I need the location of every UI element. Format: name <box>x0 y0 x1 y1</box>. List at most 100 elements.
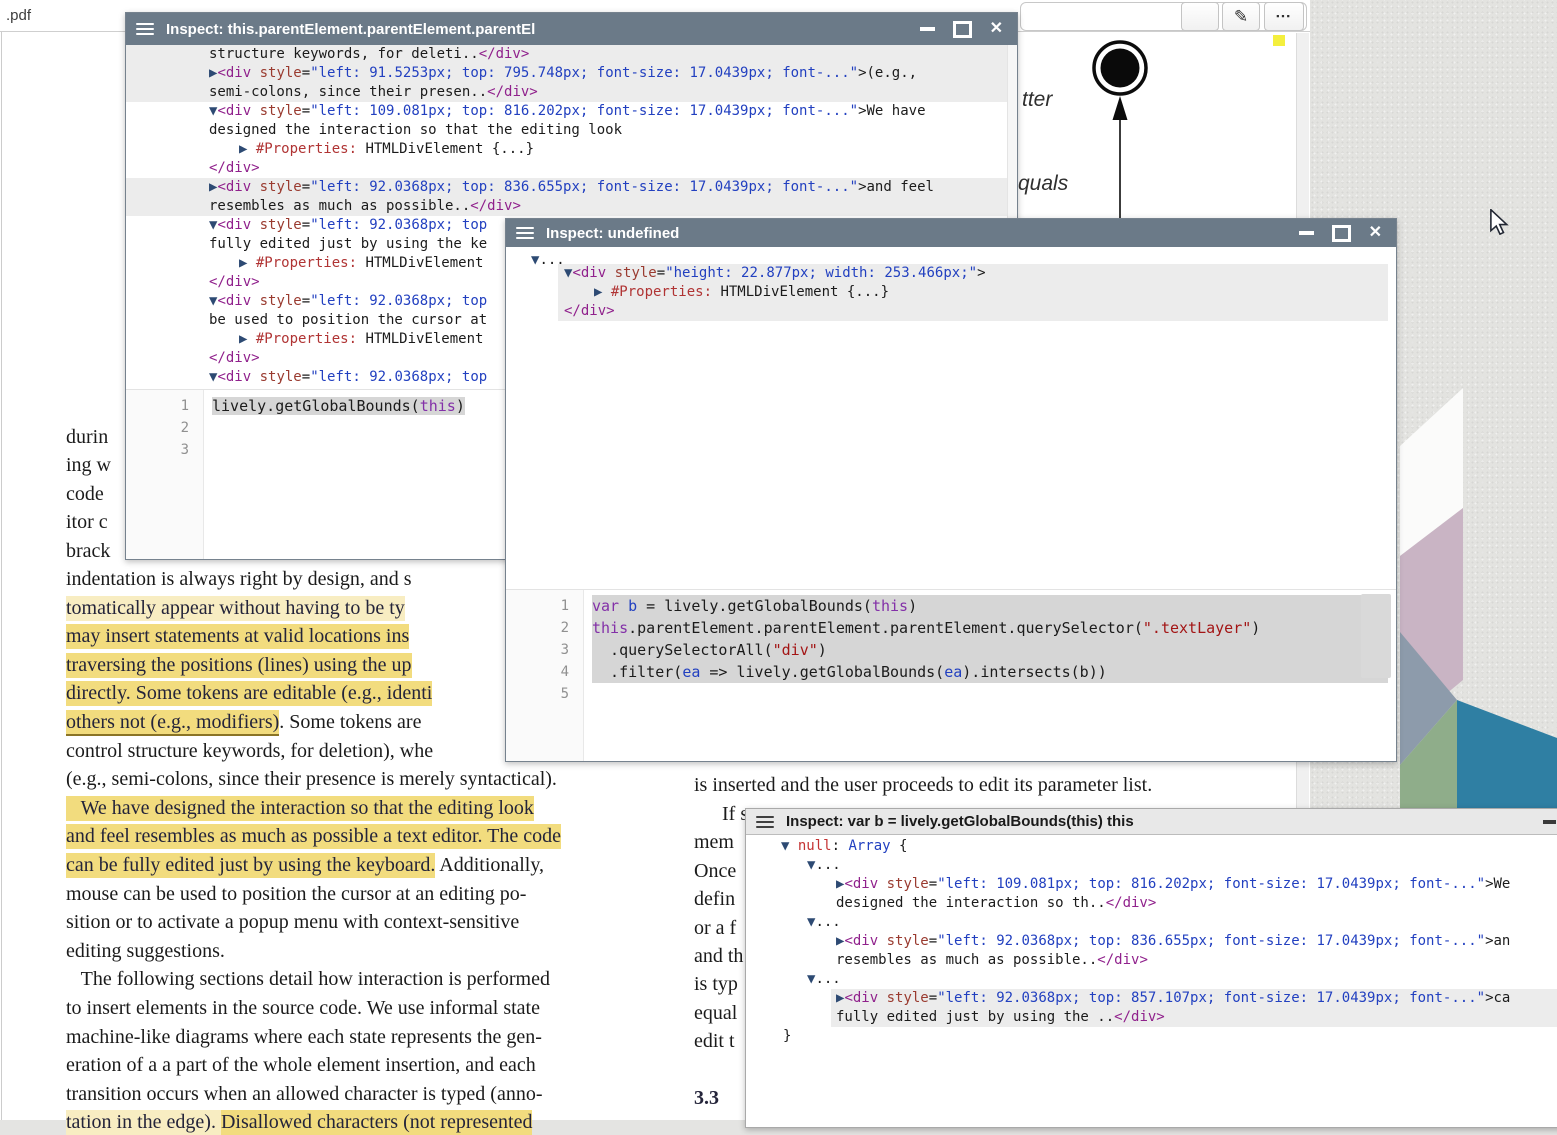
tree-row[interactable]: designed the interaction so th..</div> <box>746 894 1557 913</box>
text-line: We have designed the interaction so that… <box>66 795 534 821</box>
menu-icon[interactable] <box>136 23 154 35</box>
text-line: code <box>66 481 104 507</box>
text-line: 3.3 <box>694 1085 719 1111</box>
tree-row[interactable]: resembles as much as possible..</div> <box>746 951 1557 970</box>
tree-row[interactable]: ▼<div style="left: 109.081px; top: 816.2… <box>126 102 1007 121</box>
code-line[interactable] <box>592 683 1396 705</box>
menu-icon[interactable] <box>516 227 534 239</box>
text-line: mouse can be used to position the cursor… <box>66 881 526 907</box>
tree-row[interactable]: </div> <box>558 302 1388 321</box>
edit-annotation-button[interactable]: ✎ <box>1222 2 1260 31</box>
tree-row[interactable]: ▶<div style="left: 91.5253px; top: 795.7… <box>126 64 1007 83</box>
arrowhead-icon <box>1113 96 1128 120</box>
code-line[interactable]: this.parentElement.parentElement.parentE… <box>592 617 1388 639</box>
line-number: 2 <box>126 417 189 439</box>
text-line: mem <box>694 829 734 855</box>
text-line: defin <box>694 886 735 912</box>
text-line: may insert statements at valid locations… <box>66 623 409 649</box>
text-line: indentation is always right by design, a… <box>66 566 412 592</box>
code-line[interactable]: .querySelectorAll("div") <box>592 639 1388 661</box>
text-line: to insert elements in the source code. W… <box>66 995 540 1021</box>
tree-row[interactable]: ▼... <box>746 913 1557 932</box>
text-line: machine-like diagrams where each state r… <box>66 1024 542 1050</box>
code-editor[interactable]: 12345 var b = lively.getGlobalBounds(thi… <box>506 589 1396 761</box>
text-line: others not (e.g., modifiers). Some token… <box>66 709 421 735</box>
tree-row[interactable]: ▼... <box>746 970 1557 989</box>
tree-row[interactable]: semi-colons, since their presen..</div> <box>126 83 1007 102</box>
tree-row[interactable]: ▼<div style="height: 22.877px; width: 25… <box>558 264 1388 283</box>
code-line[interactable]: var b = lively.getGlobalBounds(this) <box>592 595 1388 617</box>
diagram-label-top: tter <box>1022 88 1052 112</box>
tree-row[interactable]: ▼... <box>746 856 1557 875</box>
text-line: or a f <box>694 915 736 941</box>
close-icon[interactable]: ✕ <box>990 21 1003 37</box>
minimize-icon[interactable] <box>920 27 935 31</box>
line-number: 4 <box>506 661 569 683</box>
text-line: traversing the positions (lines) using t… <box>66 652 412 678</box>
text-line: control structure keywords, for deletion… <box>66 738 433 764</box>
text-line: ing w <box>66 452 111 478</box>
maximize-icon[interactable] <box>1332 225 1351 242</box>
tree-row[interactable]: fully edited just by using the ..</div> <box>831 1008 1557 1027</box>
close-icon[interactable]: ✕ <box>1369 225 1382 241</box>
text-line: and feel resembles as much as possible a… <box>66 823 561 849</box>
tree-row[interactable]: designed the interaction so that the edi… <box>126 121 1007 140</box>
poster-artwork <box>1395 380 1557 810</box>
code-area[interactable]: var b = lively.getGlobalBounds(this)this… <box>584 590 1396 761</box>
text-line: directly. Some tokens are editable (e.g.… <box>66 680 432 706</box>
text-line: Once <box>694 858 736 884</box>
mouse-cursor <box>1489 209 1513 235</box>
maximize-icon[interactable] <box>953 21 972 38</box>
inspector-window-2: Inspect: undefined ✕ ▼...▼<div style="he… <box>505 218 1397 762</box>
page-left-border <box>1 32 2 1120</box>
ellipsis-icon: ▪▪▪ <box>1276 11 1292 21</box>
diagram-label-bottom: quals <box>1018 172 1068 196</box>
window-title: Inspect: var b = lively.getGlobalBounds(… <box>786 813 1134 830</box>
tree-row[interactable]: </div> <box>126 159 1007 178</box>
window-title: Inspect: this.parentElement.parentElemen… <box>166 21 535 38</box>
scrollbar-thumb[interactable] <box>1361 594 1391 678</box>
text-line: and th <box>694 943 743 969</box>
text-line: transition occurs when an allowed charac… <box>66 1081 542 1107</box>
tree-row[interactable]: ▶ #Properties: HTMLDivElement {...} <box>558 283 1388 302</box>
tree-row[interactable]: ▶ #Properties: HTMLDivElement {...} <box>126 140 1007 159</box>
line-number-gutter: 123 <box>126 390 204 559</box>
text-line: eration of a a part of the whole element… <box>66 1052 536 1078</box>
window-titlebar[interactable]: Inspect: undefined ✕ <box>506 219 1396 247</box>
window-titlebar[interactable]: Inspect: var b = lively.getGlobalBounds(… <box>746 809 1557 835</box>
menu-icon[interactable] <box>756 816 774 828</box>
tree-row[interactable]: ▶<div style="left: 92.0368px; top: 836.6… <box>126 178 1007 197</box>
text-line: durin <box>66 424 108 450</box>
tree-row[interactable]: resembles as much as possible..</div> <box>126 197 1007 216</box>
text-line: (e.g., semi-colons, since their presence… <box>66 766 557 792</box>
text-line: equal <box>694 1000 737 1026</box>
line-number: 1 <box>506 595 569 617</box>
code-line[interactable]: .filter(ea => lively.getGlobalBounds(ea)… <box>592 661 1388 683</box>
toolbar-button-partial[interactable] <box>1181 2 1219 31</box>
text-line: tation in the edge). Disallowed characte… <box>66 1109 532 1135</box>
tree-row[interactable]: } <box>746 1027 1557 1046</box>
accepting-state-icon <box>1101 49 1140 88</box>
line-number: 3 <box>506 639 569 661</box>
pdf-tab-label[interactable]: .pdf <box>6 7 31 24</box>
minimize-icon[interactable] <box>1299 231 1314 235</box>
line-number: 1 <box>126 395 189 417</box>
tree-row[interactable]: ▶<div style="left: 109.081px; top: 816.2… <box>746 875 1557 894</box>
line-number: 2 <box>506 617 569 639</box>
tree-row[interactable]: ▼ null: Array { <box>746 837 1557 856</box>
text-line: tomatically appear without having to be … <box>66 595 405 621</box>
pencil-icon: ✎ <box>1234 7 1248 26</box>
line-number: 3 <box>126 439 189 461</box>
yellow-annotation-square[interactable] <box>1273 35 1285 46</box>
more-options-button[interactable]: ▪▪▪ <box>1264 2 1304 31</box>
window-titlebar[interactable]: Inspect: this.parentElement.parentElemen… <box>126 13 1017 45</box>
text-line: sition or to activate a popup menu with … <box>66 909 519 935</box>
tree-row[interactable]: structure keywords, for deleti..</div> <box>126 45 1007 64</box>
minimize-icon[interactable] <box>1543 820 1556 824</box>
tree-row[interactable]: ▶<div style="left: 92.0368px; top: 857.1… <box>831 989 1557 1008</box>
tree-row[interactable]: ▶<div style="left: 92.0368px; top: 836.6… <box>746 932 1557 951</box>
line-number-gutter: 12345 <box>506 590 584 761</box>
text-line: editing suggestions. <box>66 938 225 964</box>
text-line: brack <box>66 538 110 564</box>
text-line: can be fully edited just by using the ke… <box>66 852 544 878</box>
